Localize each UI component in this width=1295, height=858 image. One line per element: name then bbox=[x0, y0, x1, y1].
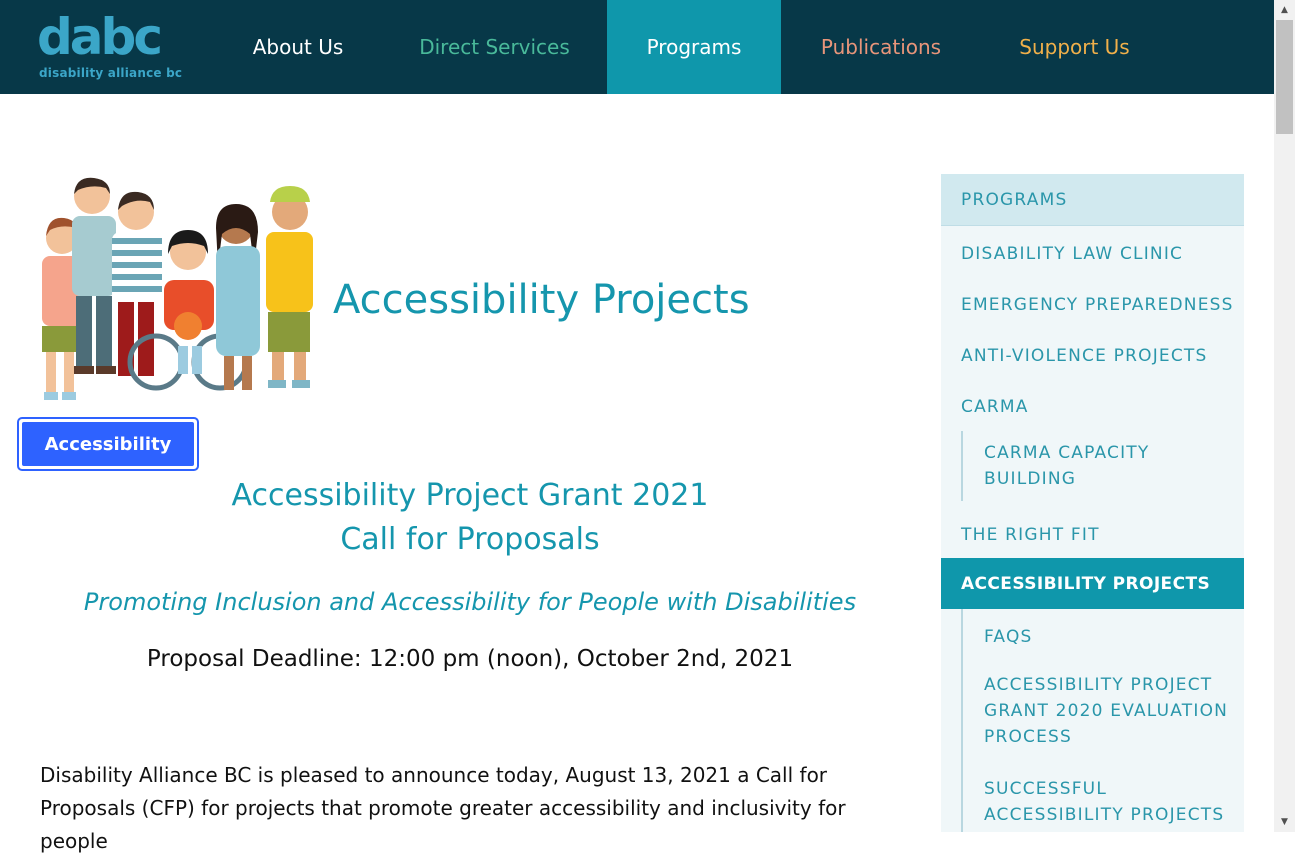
person-striped-icon bbox=[112, 191, 162, 376]
nav-support-us[interactable]: Support Us bbox=[996, 0, 1153, 94]
arrow-up-icon[interactable]: ▲ bbox=[1274, 0, 1295, 20]
sidebar-item-anti-violence[interactable]: ANTI-VIOLENCE PROJECTS bbox=[941, 330, 1244, 382]
accessibility-button[interactable]: Accessibility bbox=[17, 417, 199, 471]
sidebar-item-disability-law-clinic[interactable]: DISABILITY LAW CLINIC bbox=[941, 228, 1244, 280]
sidebar-item-grant-2020-evaluation[interactable]: ACCESSIBILITY PROJECT GRANT 2020 EVALUAT… bbox=[963, 671, 1244, 751]
sidebar-nav: PROGRAMS DISABILITY LAW CLINIC EMERGENCY… bbox=[941, 174, 1244, 832]
sidebar-item-successful-projects[interactable]: SUCCESSFUL ACCESSIBILITY PROJECTS bbox=[963, 775, 1244, 829]
svg-text:dabc: dabc bbox=[37, 12, 160, 64]
logo-subtitle: disability alliance bc bbox=[39, 66, 183, 80]
scrollbar-thumb[interactable] bbox=[1276, 20, 1293, 134]
logo-wordmark: dabc bbox=[37, 12, 163, 64]
sidebar-item-carma-capacity[interactable]: CARMA CAPACITY BUILDING bbox=[963, 440, 1244, 492]
nav-publications[interactable]: Publications bbox=[796, 0, 966, 94]
page-title: Accessibility Projects bbox=[333, 277, 750, 323]
grant-title-line1: Accessibility Project Grant 2021 bbox=[231, 478, 709, 513]
sidebar-item-emergency-preparedness[interactable]: EMERGENCY PREPAREDNESS bbox=[941, 279, 1244, 331]
sidebar-item-right-fit[interactable]: THE RIGHT FIT bbox=[941, 509, 1244, 561]
nav-programs[interactable]: Programs bbox=[607, 0, 781, 94]
tagline: Promoting Inclusion and Accessibility fo… bbox=[83, 588, 857, 616]
person-woman-icon bbox=[216, 204, 260, 390]
people-illustration bbox=[42, 177, 313, 400]
person-man-icon bbox=[72, 177, 116, 374]
sidebar-item-accessibility-projects[interactable]: ACCESSIBILITY PROJECTS bbox=[941, 558, 1244, 609]
intro-paragraph: Disability Alliance BC is pleased to ann… bbox=[40, 759, 910, 858]
sidebar-carma-submenu: CARMA CAPACITY BUILDING bbox=[961, 431, 1244, 501]
accessibility-button-label: Accessibility bbox=[22, 422, 194, 466]
vertical-scrollbar[interactable]: ▲ ▼ bbox=[1274, 0, 1295, 832]
intro-line: Proposals (CFP) for projects that promot… bbox=[40, 796, 846, 853]
sidebar-heading-programs[interactable]: PROGRAMS bbox=[941, 174, 1244, 226]
person-cap-icon bbox=[266, 186, 313, 388]
site-header: dabc disability alliance bc About Us Dir… bbox=[0, 0, 1274, 94]
proposal-deadline: Proposal Deadline: 12:00 pm (noon), Octo… bbox=[146, 646, 794, 672]
arrow-down-icon[interactable]: ▼ bbox=[1274, 812, 1295, 832]
site-logo[interactable]: dabc disability alliance bc bbox=[37, 12, 182, 82]
sidebar-accessibility-submenu: FAQS ACCESSIBILITY PROJECT GRANT 2020 EV… bbox=[961, 609, 1244, 832]
grant-title-line2: Call for Proposals bbox=[340, 522, 600, 557]
nav-direct-services[interactable]: Direct Services bbox=[398, 0, 591, 94]
intro-line: Disability Alliance BC is pleased to ann… bbox=[40, 763, 828, 787]
nav-about-us[interactable]: About Us bbox=[225, 0, 371, 94]
sidebar-item-faqs[interactable]: FAQS bbox=[963, 611, 1244, 663]
sidebar-item-carma[interactable]: CARMA bbox=[941, 381, 1244, 433]
